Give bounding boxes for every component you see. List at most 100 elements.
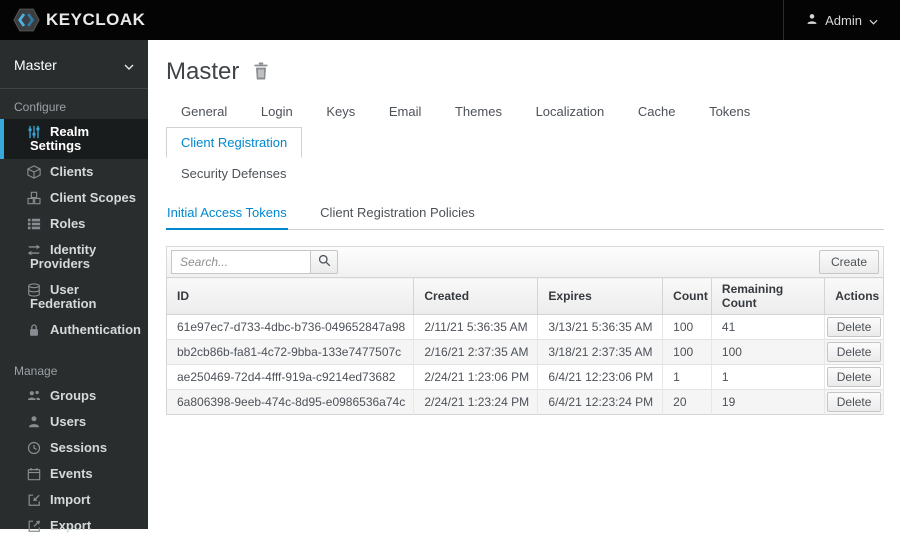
cell-remaining-count: 100 — [711, 339, 826, 365]
table-row: bb2cb86b-fa81-4c72-9bba-133e7477507c 2/1… — [166, 339, 884, 365]
keycloak-logo[interactable]: KEYCLOAK — [0, 8, 145, 32]
sidebar-item-identity-providers[interactable]: Identity Providers — [0, 237, 148, 277]
tab-login[interactable]: Login — [246, 96, 308, 127]
sidebar-item-client-scopes[interactable]: Client Scopes — [0, 185, 148, 211]
cell-id: 6a806398-9eeb-474c-8d95-e0986536a74c — [166, 389, 415, 415]
tab-keys[interactable]: Keys — [311, 96, 370, 127]
sidebar-item-roles[interactable]: Roles — [0, 211, 148, 237]
sidebar-item-label: Export — [50, 518, 92, 533]
search-button[interactable] — [310, 250, 338, 274]
lock-icon — [27, 323, 41, 340]
sidebar-item-authentication[interactable]: Authentication — [0, 317, 148, 343]
tab-email[interactable]: Email — [374, 96, 437, 127]
cell-created: 2/11/21 5:36:35 AM — [413, 314, 539, 340]
keycloak-admin-console: KEYCLOAK Admin Master Configure Realm Se… — [0, 0, 900, 533]
sidebar-item-events[interactable]: Events — [0, 461, 148, 487]
delete-button[interactable]: Delete — [827, 367, 881, 387]
cell-created: 2/24/21 1:23:24 PM — [413, 389, 539, 415]
subtab-initial-access-tokens[interactable]: Initial Access Tokens — [166, 197, 288, 230]
sliders-icon — [27, 125, 41, 142]
cell-created: 2/24/21 1:23:06 PM — [413, 364, 539, 390]
cell-count: 1 — [662, 364, 712, 390]
subtab-client-registration-policies[interactable]: Client Registration Policies — [319, 197, 476, 228]
calendar-icon — [27, 467, 41, 484]
table-header-row: ID Created Expires Count Remaining Count… — [165, 277, 884, 315]
delete-button[interactable]: Delete — [827, 342, 881, 362]
tab-tokens[interactable]: Tokens — [694, 96, 765, 127]
tab-general[interactable]: General — [166, 96, 242, 127]
delete-button[interactable]: Delete — [827, 317, 881, 337]
tab-themes[interactable]: Themes — [440, 96, 517, 127]
logo-text: KEYCLOAK — [46, 10, 146, 29]
sidebar-item-groups[interactable]: Groups — [0, 383, 148, 409]
sidebar-item-label: Import — [50, 492, 91, 507]
column-header-remaining-count: Remaining Count — [710, 277, 826, 315]
realm-selector[interactable]: Master — [0, 40, 148, 89]
exchange-arrows-icon — [27, 243, 41, 260]
sidebar-item-user-federation[interactable]: User Federation — [0, 277, 148, 317]
sidebar-item-import[interactable]: Import — [0, 487, 148, 513]
cell-expires: 3/13/21 5:36:35 AM — [537, 314, 664, 340]
tab-localization[interactable]: Localization — [521, 96, 620, 127]
chevron-down-icon — [124, 57, 134, 73]
sidebar-item-realm-settings[interactable]: Realm Settings — [0, 119, 148, 159]
sidebar-item-export[interactable]: Export — [0, 513, 148, 539]
database-icon — [27, 283, 41, 300]
column-header-id: ID — [165, 277, 415, 315]
user-menu-admin[interactable]: Admin — [783, 0, 900, 40]
clock-icon — [27, 441, 41, 458]
sidebar-nav-configure: Realm Settings Clients Client Scopes Rol… — [0, 119, 148, 343]
cell-count: 20 — [662, 389, 712, 415]
sidebar-section-configure: Configure — [14, 100, 67, 114]
realm-tabs-row-1: General Login Keys Email Themes Localiza… — [166, 96, 884, 158]
search-input[interactable] — [171, 250, 311, 274]
cubes-icon — [27, 191, 41, 208]
create-button[interactable]: Create — [818, 250, 879, 274]
column-header-created: Created — [413, 277, 539, 315]
sidebar-item-label: Clients — [50, 164, 94, 179]
cell-remaining-count: 19 — [711, 389, 826, 415]
tab-security-defenses[interactable]: Security Defenses — [166, 158, 302, 189]
initial-access-tokens-panel: Create ID Created Expires Count Remaini — [165, 246, 884, 415]
sidebar: Master Configure Realm Settings Clients … — [0, 40, 148, 533]
cell-expires: 6/4/21 12:23:24 PM — [537, 389, 664, 415]
sidebar-item-users[interactable]: Users — [0, 409, 148, 435]
page-title: Master — [166, 58, 240, 85]
user-icon — [806, 13, 818, 28]
top-bar: KEYCLOAK Admin — [0, 0, 900, 40]
user-menu-label: Admin — [825, 12, 862, 28]
column-header-expires: Expires — [537, 277, 664, 315]
cell-expires: 3/18/21 2:37:35 AM — [537, 339, 664, 365]
cell-id: 61e97ec7-d733-4dbc-b736-049652847a98 — [166, 314, 415, 340]
sidebar-item-sessions[interactable]: Sessions — [0, 435, 148, 461]
sidebar-item-label: Events — [50, 466, 93, 481]
users-icon — [27, 389, 41, 406]
cell-created: 2/16/21 2:37:35 AM — [413, 339, 539, 365]
table-row: 61e97ec7-d733-4dbc-b736-049652847a98 2/1… — [166, 314, 884, 340]
search-icon — [318, 254, 331, 270]
delete-realm-button[interactable] — [253, 62, 269, 83]
cell-id: ae250469-72d4-4fff-919a-c9214ed73682 — [166, 364, 415, 390]
list-icon — [27, 217, 41, 234]
sidebar-item-label: Authentication — [50, 322, 141, 337]
realm-tabs-row-2: Security Defenses — [166, 158, 884, 189]
client-registration-subtabs: Initial Access Tokens Client Registratio… — [166, 197, 884, 230]
main-content: Master General Login Keys Email Themes L… — [148, 40, 900, 529]
sidebar-item-label: Client Scopes — [50, 190, 136, 205]
cell-remaining-count: 1 — [711, 364, 826, 390]
cell-count: 100 — [662, 339, 712, 365]
sidebar-item-clients[interactable]: Clients — [0, 159, 148, 185]
cube-icon — [27, 165, 41, 182]
cell-expires: 6/4/21 12:23:06 PM — [537, 364, 664, 390]
tab-cache[interactable]: Cache — [623, 96, 691, 127]
column-header-actions: Actions — [824, 277, 884, 315]
import-icon — [27, 493, 41, 510]
delete-button[interactable]: Delete — [827, 392, 881, 412]
trash-icon — [253, 62, 269, 83]
tab-client-registration[interactable]: Client Registration — [166, 127, 303, 158]
sidebar-section-manage: Manage — [14, 364, 58, 378]
sidebar-item-label: Users — [50, 414, 87, 429]
column-header-count: Count — [662, 277, 712, 315]
initial-access-tokens-table: ID Created Expires Count Remaining Count… — [165, 277, 884, 415]
keycloak-hexagon-icon — [13, 8, 40, 32]
